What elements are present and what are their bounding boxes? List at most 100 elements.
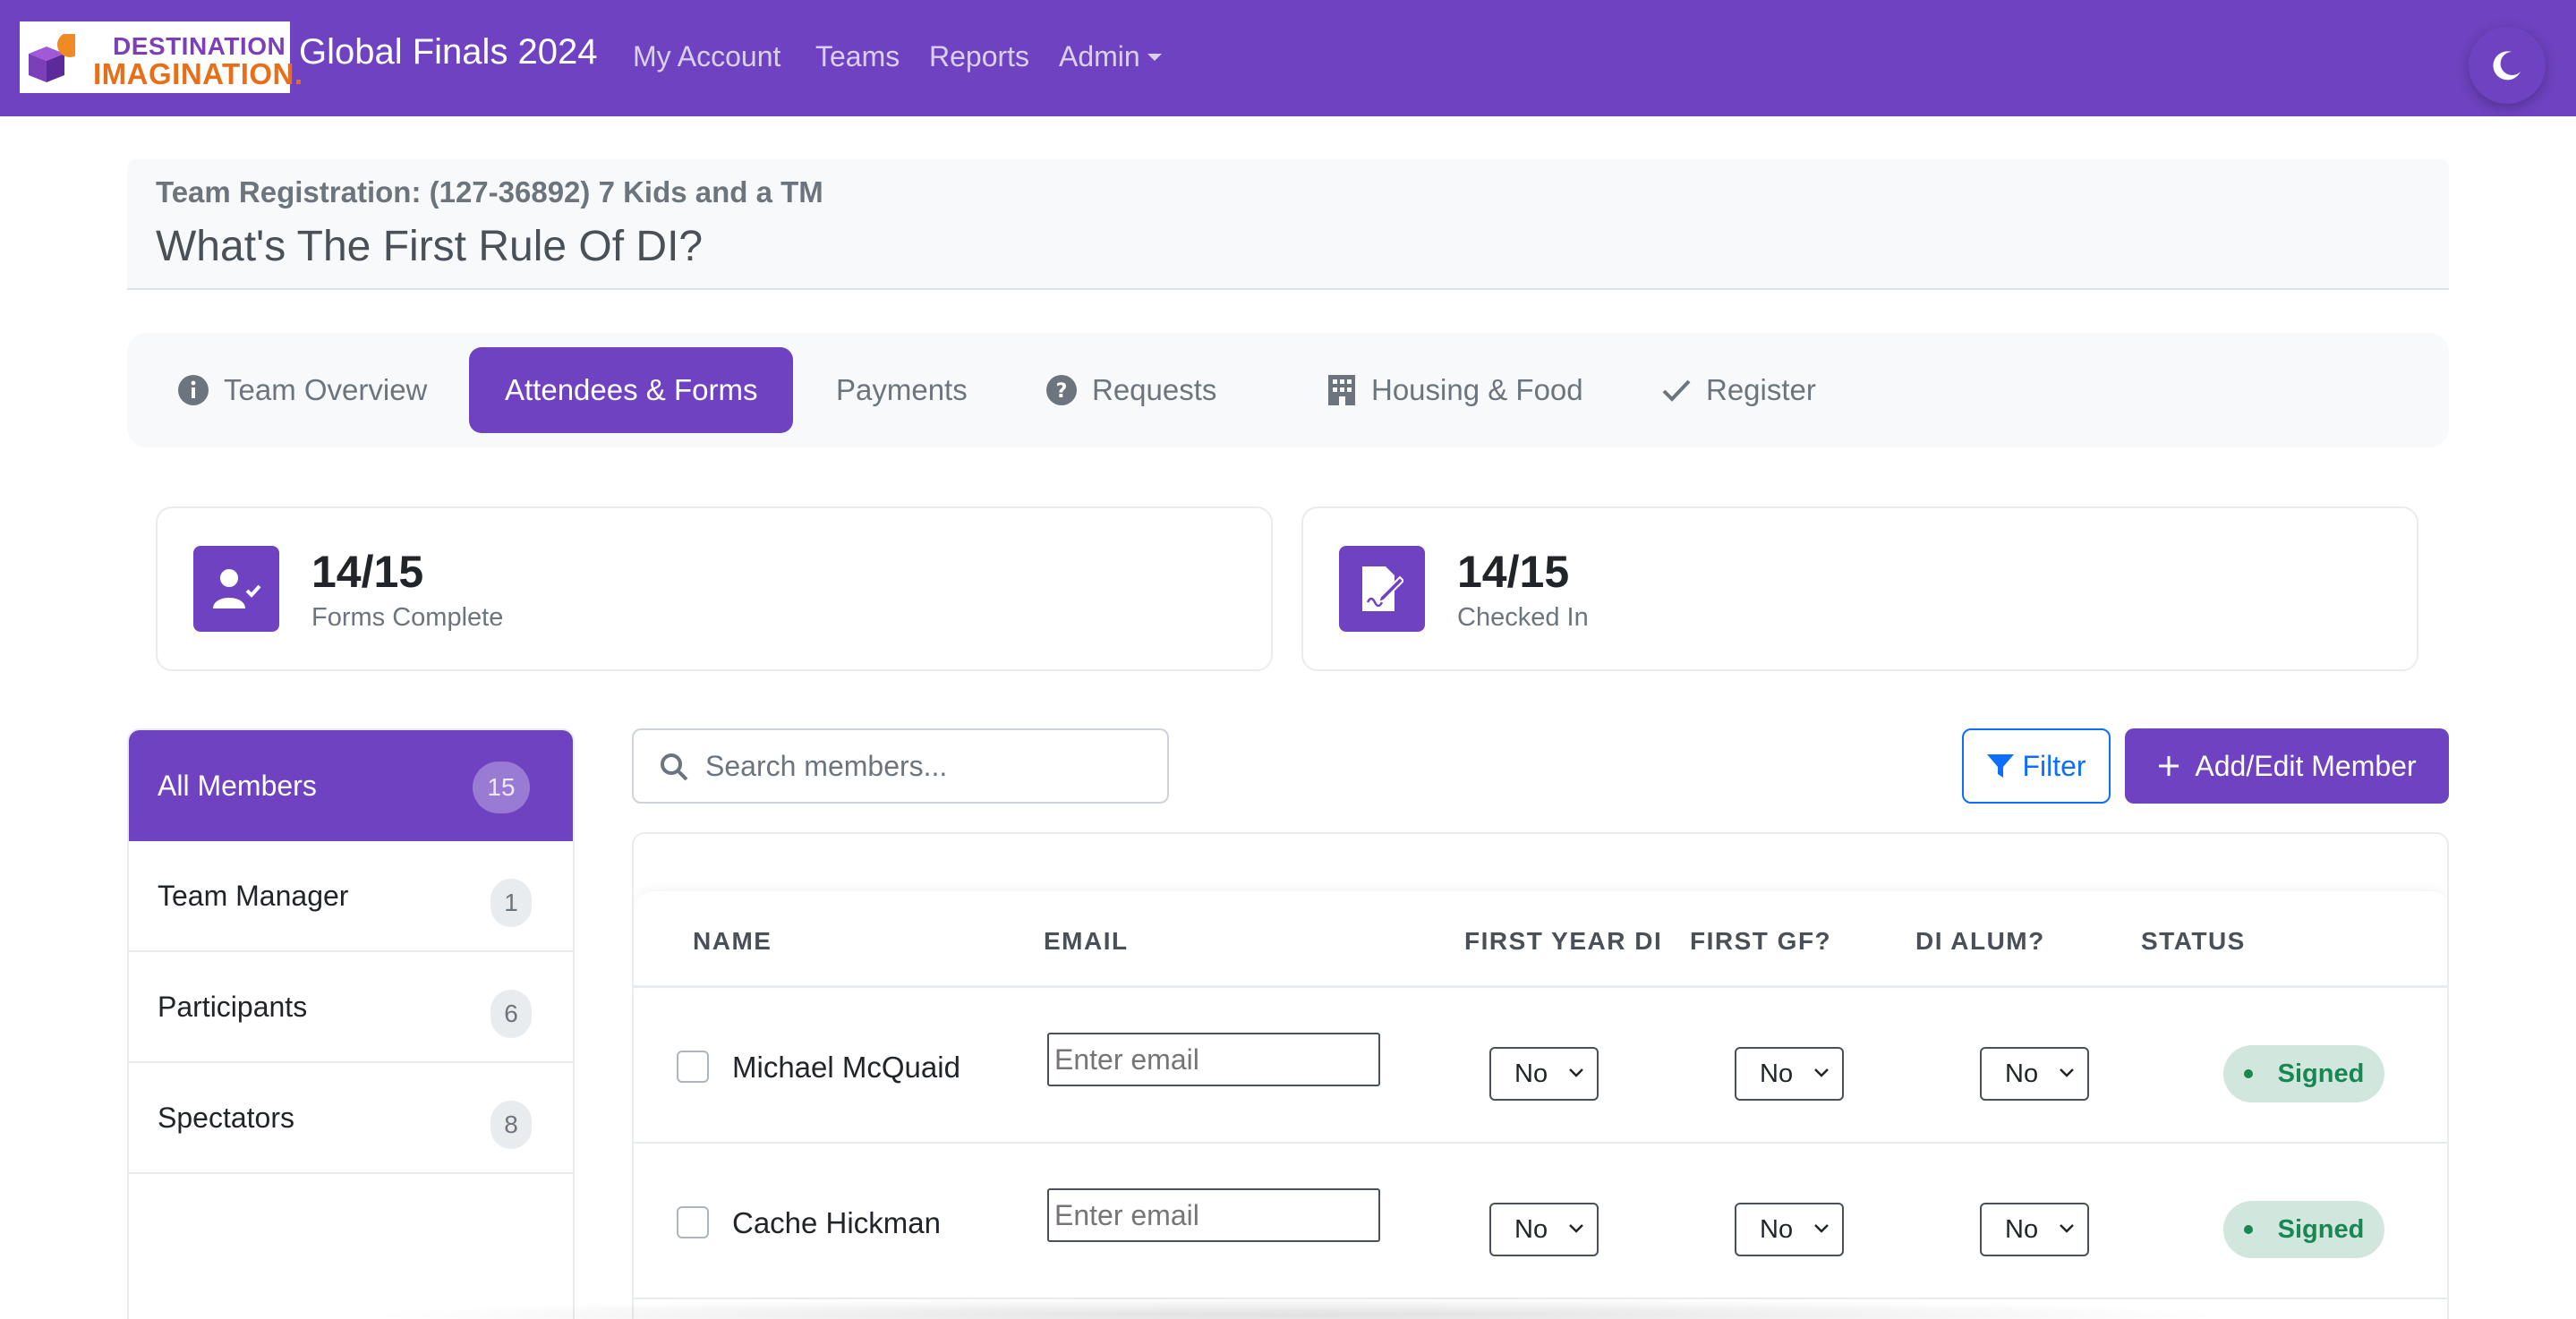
file-signature-icon <box>1339 546 1425 632</box>
table-row: Cache Hickman No No No Signed <box>634 1144 2447 1299</box>
tab-register[interactable]: Register <box>1625 347 1852 433</box>
member-group-sidebar: All Members 15 Team Manager 1 Participan… <box>127 728 575 1319</box>
plus-icon <box>2159 756 2179 776</box>
tab-attendees-forms[interactable]: Attendees & Forms <box>469 347 794 433</box>
di-alum-select[interactable]: No <box>1980 1203 2089 1256</box>
navbar: DESTINATION IMAGINATION. Global Finals 2… <box>0 0 2576 116</box>
select-value: No <box>2005 1059 2039 1088</box>
count-badge: 1 <box>490 879 532 927</box>
first-year-di-select[interactable]: No <box>1489 1203 1599 1256</box>
first-year-di-select[interactable]: No <box>1489 1047 1599 1101</box>
select-value: No <box>1514 1214 1548 1244</box>
sidebar-item-spectators[interactable]: Spectators 8 <box>129 1063 573 1174</box>
filter-button-label: Filter <box>2022 749 2086 782</box>
add-edit-member-label: Add/Edit Member <box>2195 749 2417 782</box>
tab-label: Team Overview <box>224 373 428 406</box>
select-value: No <box>2005 1214 2039 1244</box>
logo-cube-icon <box>29 34 75 82</box>
filter-button[interactable]: Filter <box>1962 728 2111 804</box>
tab-bar: Team Overview Attendees & Forms Payments… <box>127 333 2449 447</box>
theme-toggle-button[interactable] <box>2469 27 2546 104</box>
check-icon <box>1661 377 1692 404</box>
di-alum-select[interactable]: No <box>1980 1047 2089 1101</box>
moon-icon <box>2493 51 2521 81</box>
email-field[interactable] <box>1047 1188 1380 1242</box>
email-field[interactable] <box>1047 1033 1380 1086</box>
chevron-down-icon <box>2060 1224 2074 1233</box>
status-label: Signed <box>2277 1214 2365 1244</box>
count-badge: 15 <box>473 762 530 813</box>
table-row: Michael McQuaid No No No Signed <box>634 988 2447 1144</box>
building-icon <box>1326 373 1357 407</box>
add-edit-member-button[interactable]: Add/Edit Member <box>2125 728 2449 804</box>
nav-admin-label: Admin <box>1059 40 1140 72</box>
sidebar-item-label: Participants <box>158 990 308 1023</box>
team-registration-subtitle: Team Registration: (127-36892) 7 Kids an… <box>156 175 823 208</box>
first-gf-select[interactable]: No <box>1735 1203 1844 1256</box>
search-icon <box>661 753 688 781</box>
row-checkbox[interactable] <box>677 1206 709 1238</box>
member-name: Cache Hickman <box>732 1206 941 1239</box>
col-email[interactable]: EMAIL <box>1044 927 1129 956</box>
brand-title[interactable]: Global Finals 2024 <box>299 32 598 72</box>
status-dot-icon <box>2243 1225 2253 1234</box>
stat-value: 14/15 <box>1457 547 1570 597</box>
info-icon <box>177 374 209 406</box>
filter-icon <box>1987 754 2015 778</box>
count-badge: 6 <box>490 990 532 1038</box>
stat-card-checked-in: 14/15 Checked In <box>1301 506 2418 671</box>
col-name[interactable]: NAME <box>693 927 772 956</box>
tab-team-overview[interactable]: Team Overview <box>141 347 463 433</box>
col-first-gf[interactable]: FIRST GF? <box>1690 927 1831 956</box>
nav-teams[interactable]: Teams <box>815 40 900 73</box>
select-value: No <box>1514 1059 1548 1088</box>
svg-text:?: ? <box>1056 380 1068 403</box>
sidebar-item-label: Team Manager <box>158 879 349 912</box>
first-gf-select[interactable]: No <box>1735 1047 1844 1101</box>
nav-reports[interactable]: Reports <box>929 40 1029 73</box>
chevron-down-icon <box>1569 1068 1583 1077</box>
chevron-down-icon <box>1569 1224 1583 1233</box>
tab-label: Register <box>1706 373 1816 406</box>
nav-admin-dropdown[interactable]: Admin <box>1059 40 1162 73</box>
select-value: No <box>1760 1059 1794 1088</box>
tab-label: Payments <box>836 373 968 406</box>
col-first-year-di[interactable]: FIRST YEAR DI <box>1464 927 1662 956</box>
count-badge: 8 <box>490 1101 532 1149</box>
chevron-down-icon <box>1814 1068 1829 1077</box>
col-di-alum[interactable]: DI ALUM? <box>1915 927 2045 956</box>
logo[interactable]: DESTINATION IMAGINATION. <box>20 21 303 93</box>
col-status[interactable]: STATUS <box>2141 927 2246 956</box>
search-input[interactable] <box>705 743 1153 789</box>
logo-word-imagination: IMAGINATION. <box>93 57 303 90</box>
team-title: What's The First Rule Of DI? <box>156 223 704 270</box>
user-check-icon <box>193 546 279 632</box>
sidebar-item-all-members[interactable]: All Members 15 <box>129 730 573 841</box>
status-label: Signed <box>2277 1059 2365 1088</box>
tab-requests[interactable]: ? Requests <box>1010 347 1252 433</box>
sidebar-item-team-manager[interactable]: Team Manager 1 <box>129 841 573 952</box>
tab-label: Attendees & Forms <box>505 373 758 406</box>
tab-payments[interactable]: Payments <box>800 347 1003 433</box>
sidebar-item-label: Spectators <box>158 1101 294 1134</box>
stat-label: Checked In <box>1457 603 1589 632</box>
bottom-shadow <box>358 1298 2238 1319</box>
tab-label: Requests <box>1092 373 1217 406</box>
select-value: No <box>1760 1214 1794 1244</box>
nav-my-account[interactable]: My Account <box>633 40 780 73</box>
search-box <box>632 728 1169 804</box>
tab-label: Housing & Food <box>1371 373 1583 406</box>
member-name: Michael McQuaid <box>732 1051 960 1084</box>
row-checkbox[interactable] <box>677 1051 709 1083</box>
stat-value: 14/15 <box>311 547 424 597</box>
sidebar-item-label: All Members <box>158 769 317 802</box>
question-icon: ? <box>1045 374 1078 406</box>
caret-down-icon <box>1147 54 1162 61</box>
stat-label: Forms Complete <box>311 603 504 632</box>
chevron-down-icon <box>1814 1224 1829 1233</box>
team-header: Team Registration: (127-36892) 7 Kids an… <box>127 159 2449 290</box>
tab-housing-food[interactable]: Housing & Food <box>1291 347 1619 433</box>
chevron-down-icon <box>2060 1068 2074 1077</box>
sidebar-item-participants[interactable]: Participants 6 <box>129 952 573 1063</box>
status-badge: Signed <box>2223 1045 2384 1102</box>
